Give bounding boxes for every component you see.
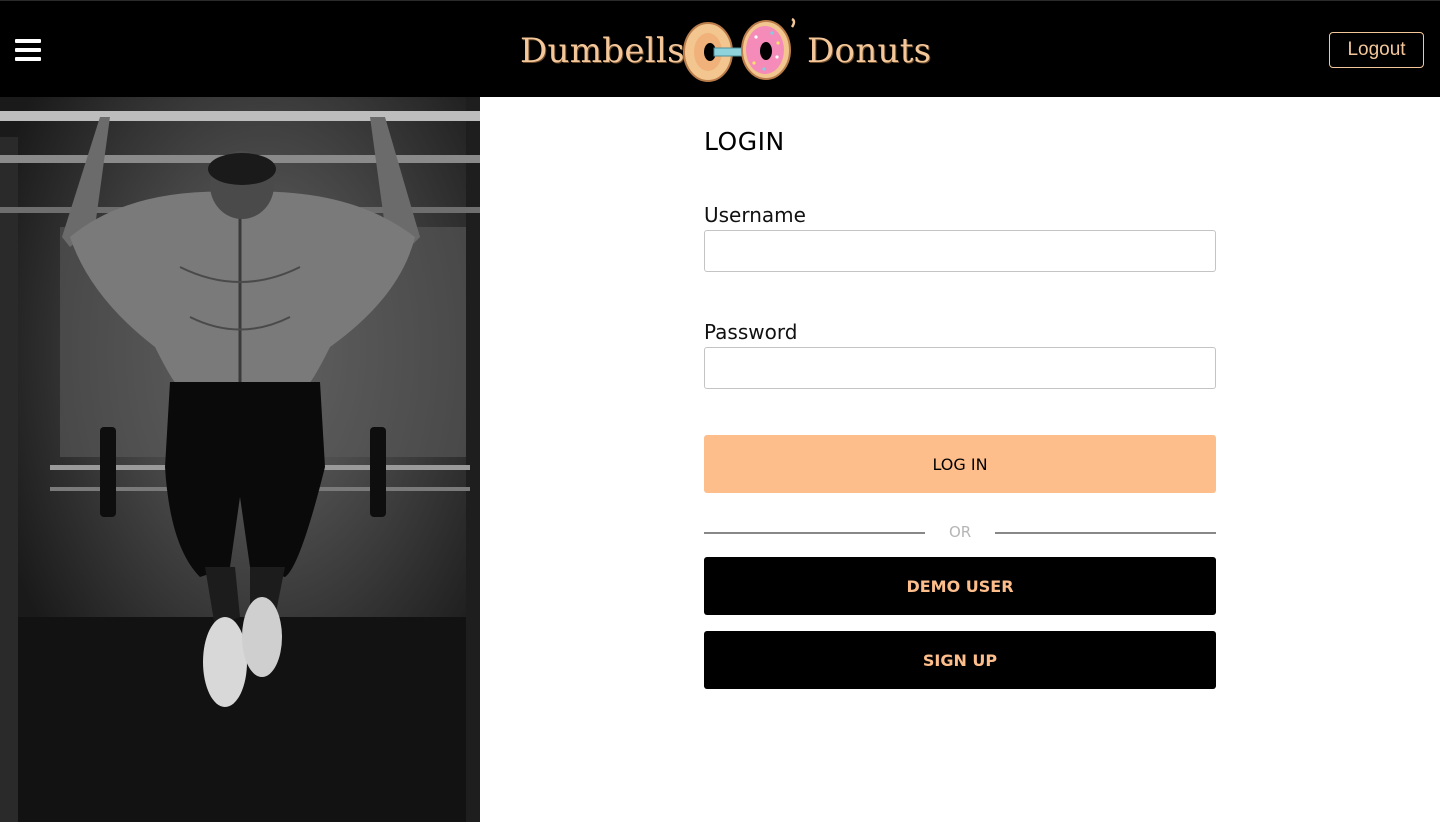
site-logo[interactable]: Dumbells Donuts [520, 15, 931, 85]
demo-user-button[interactable]: DEMO USER [704, 557, 1216, 615]
hero-photo [0, 97, 480, 822]
login-title: LOGIN [704, 127, 785, 156]
dumbbell-donut-icon [683, 17, 796, 82]
password-input[interactable] [704, 347, 1216, 389]
password-label: Password [704, 320, 798, 344]
username-label: Username [704, 203, 806, 227]
divider-line-left [704, 532, 925, 534]
logo-text-left: Dumbells [520, 31, 685, 71]
hamburger-menu-icon[interactable] [15, 39, 41, 61]
logout-button[interactable]: Logout [1329, 32, 1424, 68]
sign-up-button[interactable]: SIGN UP [704, 631, 1216, 689]
divider-line-right [995, 532, 1216, 534]
pull-up-athlete-image [0, 97, 480, 822]
menu-bar [15, 39, 41, 43]
menu-bar [15, 48, 41, 52]
or-divider-text: OR [949, 523, 972, 541]
menu-bar [15, 57, 41, 61]
login-button[interactable]: LOG IN [704, 435, 1216, 493]
username-input[interactable] [704, 230, 1216, 272]
top-navbar: Dumbells Donuts Logout [0, 0, 1440, 97]
logo-text-right: Donuts [807, 31, 932, 71]
